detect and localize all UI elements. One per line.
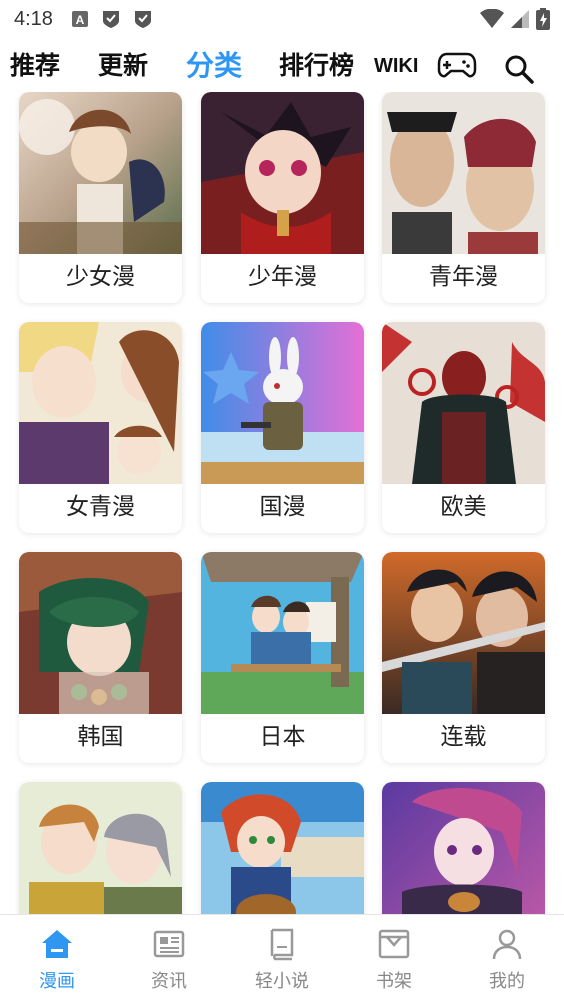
bottom-tab-label: 我的	[489, 971, 525, 992]
bottom-tab-bookshelf[interactable]: 书架	[349, 915, 439, 1002]
home-icon	[42, 930, 72, 958]
bottom-tab-profile[interactable]: 我的	[462, 915, 552, 1002]
book-icon	[270, 928, 294, 961]
bottom-tab-news[interactable]: 资讯	[124, 915, 214, 1002]
system-icons	[480, 8, 550, 30]
category-card-josei[interactable]: 女青漫	[19, 322, 182, 533]
search-icon[interactable]	[504, 54, 534, 84]
tab-recommend[interactable]: 推荐	[10, 40, 60, 92]
tab-categories[interactable]: 分类	[186, 40, 242, 92]
bottom-tab-label: 漫画	[39, 971, 75, 992]
category-label: 少女漫	[66, 264, 135, 290]
tab-updates[interactable]: 更新	[98, 40, 148, 92]
gamepad-icon[interactable]	[437, 50, 477, 80]
bottom-tab-label: 资讯	[151, 971, 187, 992]
user-icon	[492, 929, 522, 960]
shield-check-icon	[134, 11, 151, 28]
category-label: 韩国	[77, 724, 124, 750]
category-grid: 少女漫 少年漫 青年漫 女青漫 国漫 欧美 韩国 日本 连载	[0, 92, 564, 914]
category-cover-image	[382, 782, 545, 914]
bottom-tab-manga[interactable]: 漫画	[12, 915, 102, 1002]
category-cover-image	[382, 92, 545, 254]
notification-icons: A	[71, 9, 153, 29]
wifi-icon	[480, 9, 504, 28]
category-cover-image	[382, 552, 545, 714]
category-label: 欧美	[440, 494, 487, 520]
tab-rankings[interactable]: 排行榜	[279, 40, 354, 92]
battery-icon	[536, 8, 550, 30]
news-icon	[153, 930, 185, 958]
bookshelf-icon	[378, 929, 410, 959]
category-card-serialized[interactable]: 连载	[382, 552, 545, 763]
bottom-tab-bar: 漫画 资讯 轻小说 书架 我的	[0, 914, 564, 1002]
category-cover-image	[19, 552, 182, 714]
category-card[interactable]	[201, 782, 364, 914]
category-card[interactable]	[19, 782, 182, 914]
category-card-western[interactable]: 欧美	[382, 322, 545, 533]
category-cover-image	[201, 92, 364, 254]
category-cover-image	[201, 782, 364, 914]
category-cover-image	[19, 782, 182, 914]
category-cover-image	[19, 322, 182, 484]
bottom-tab-light-novel[interactable]: 轻小说	[237, 915, 327, 1002]
category-card[interactable]	[382, 782, 545, 914]
category-label: 日本	[259, 724, 306, 750]
status-bar: 4:18 A	[0, 0, 564, 38]
category-cover-image	[201, 322, 364, 484]
bottom-tab-label: 轻小说	[255, 971, 309, 992]
top-nav: 推荐 更新 分类 排行榜 WIKI	[0, 40, 564, 92]
category-cover-image	[19, 92, 182, 254]
status-time: 4:18	[14, 7, 53, 30]
category-cover-image	[201, 552, 364, 714]
category-label: 国漫	[259, 494, 306, 520]
svg-text:A: A	[76, 13, 85, 27]
shield-check-icon	[102, 11, 119, 28]
category-label: 青年漫	[429, 264, 498, 290]
category-cover-image	[382, 322, 545, 484]
category-label: 女青漫	[66, 494, 135, 520]
category-label: 连载	[440, 724, 487, 750]
bottom-tab-label: 书架	[376, 971, 412, 992]
category-card-japan[interactable]: 日本	[201, 552, 364, 763]
category-card-shoujo[interactable]: 少女漫	[19, 92, 182, 303]
category-card-shounen[interactable]: 少年漫	[201, 92, 364, 303]
category-card-guoman[interactable]: 国漫	[201, 322, 364, 533]
category-card-korea[interactable]: 韩国	[19, 552, 182, 763]
tab-wiki[interactable]: WIKI	[374, 40, 418, 92]
category-label: 少年漫	[248, 264, 317, 290]
signal-icon	[511, 10, 529, 28]
category-card-seinen[interactable]: 青年漫	[382, 92, 545, 303]
font-notification-icon: A	[71, 11, 88, 27]
